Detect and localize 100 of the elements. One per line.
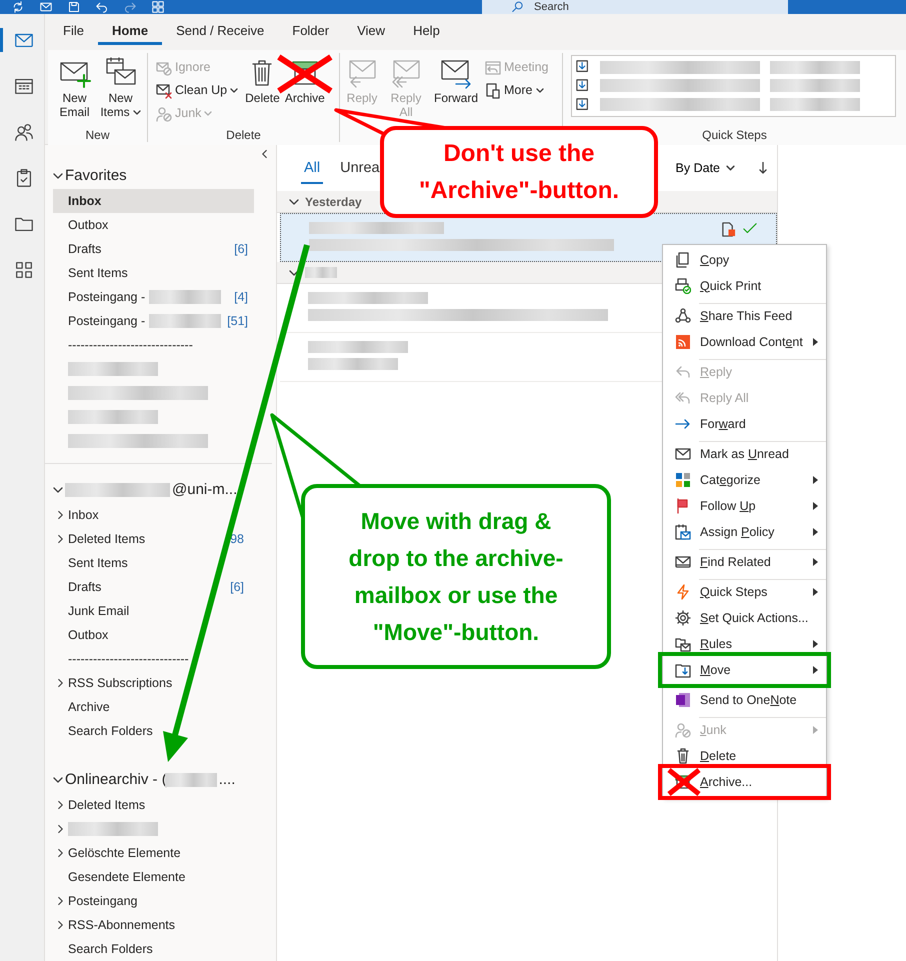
move-folder-icon (675, 662, 691, 678)
menu-item[interactable]: Follow Up (663, 493, 826, 519)
menu-item[interactable]: Categorize (663, 467, 826, 493)
menu-item[interactable]: Rules (663, 631, 826, 657)
folder-item[interactable]: Sent Items (53, 551, 250, 575)
folder-item[interactable]: RSS-Abonnements (53, 913, 254, 937)
ribbon-tab[interactable]: View (343, 19, 400, 45)
unread-count: [4] (234, 288, 249, 306)
chevron-down-icon[interactable] (289, 268, 299, 276)
section-title-ellipsis: .... (218, 770, 236, 790)
callout: Move with drag & drop to the archive-mailbox or use the "Move"-button. (301, 484, 611, 669)
chevron-right-icon[interactable] (57, 848, 64, 858)
collapse-icon[interactable] (261, 149, 268, 159)
menu-item[interactable]: Move (663, 657, 826, 683)
submenu-arrow-icon (813, 726, 818, 734)
person-blocked-icon (156, 106, 172, 122)
envelope-lines-icon (675, 554, 691, 570)
submenu-arrow-icon (813, 588, 818, 596)
envelope-blocked-icon (156, 60, 172, 76)
submenu-arrow-icon (813, 502, 818, 510)
folder-item[interactable]: Deleted Items 98 (53, 527, 250, 551)
folder-item[interactable]: Outbox (53, 623, 250, 647)
chevron-right-icon[interactable] (57, 896, 64, 906)
ribbon-button[interactable]: New Email (52, 55, 97, 121)
quick-step-icon (576, 78, 590, 93)
redo-icon (124, 1, 136, 13)
folder-item[interactable]: Junk Email (53, 599, 250, 623)
folder-item[interactable]: Inbox (53, 503, 250, 527)
chevron-down-icon[interactable] (53, 776, 63, 784)
menu-item[interactable]: Assign Policy (663, 519, 826, 545)
ribbon-tab[interactable]: Help (399, 19, 454, 45)
redacted-text (305, 267, 337, 278)
ribbon-tab[interactable]: File (49, 19, 98, 45)
layout-icon (152, 1, 164, 13)
ribbon-button[interactable]: More (481, 79, 552, 102)
filter-tab[interactable]: Unrea (337, 152, 383, 184)
folder-item[interactable]: Gelöschte Elemente (53, 841, 254, 865)
folder-item[interactable]: Search Folders (53, 719, 250, 743)
ribbon-button[interactable]: Clean Up (152, 79, 242, 102)
sort-dropdown[interactable]: By Date (672, 156, 739, 180)
envelope-icon (675, 446, 691, 462)
ribbon-tab[interactable]: Home (98, 19, 162, 45)
folder-item[interactable]: Drafts [6] (53, 237, 254, 261)
chevron-right-icon[interactable] (57, 800, 64, 810)
chevron-right-icon[interactable] (57, 534, 64, 544)
menu-item[interactable]: Quick Print (663, 273, 826, 299)
ribbon-button[interactable]: Archive (282, 55, 327, 107)
arrow-down-icon[interactable] (759, 162, 767, 174)
ribbon-tab[interactable]: Send / Receive (162, 19, 278, 45)
folder-item[interactable]: Sent Items (53, 261, 254, 285)
ribbon-button[interactable]: New Items (98, 55, 143, 121)
group-header: Yesterday (305, 194, 362, 210)
submenu-arrow-icon (813, 558, 818, 566)
folder-item[interactable]: Archive (53, 695, 250, 719)
save-icon (68, 1, 80, 13)
envelope-x-icon (156, 82, 172, 98)
person-blocked-icon (675, 722, 691, 738)
folder-item[interactable]: Posteingang - [51] (53, 309, 254, 333)
devices-icon (485, 82, 502, 98)
filter-tab[interactable]: All (301, 152, 324, 184)
section-title[interactable]: Favorites (65, 164, 127, 188)
quick-step-icon (576, 98, 590, 112)
folder-item[interactable]: RSS Subscriptions (53, 671, 250, 695)
caret-icon (726, 165, 735, 171)
ribbon-tab[interactable]: Folder (278, 19, 344, 45)
menu-item[interactable]: Copy (663, 247, 826, 273)
search-field[interactable]: Search (482, 0, 788, 14)
section-title[interactable]: @uni-m... (172, 478, 238, 502)
folder-item[interactable]: Posteingang (53, 889, 254, 913)
chevron-down-icon[interactable] (53, 172, 63, 180)
calendar-reply-icon (485, 60, 502, 76)
menu-item[interactable]: Forward (663, 411, 826, 437)
folder-item[interactable]: Posteingang - [4] (53, 285, 254, 309)
folder-item[interactable]: Inbox (53, 189, 254, 213)
group-label: Delete (225, 127, 262, 142)
chevron-down-icon[interactable] (53, 486, 63, 494)
menu-item[interactable]: Download Content (663, 329, 826, 355)
folder-item[interactable]: Deleted Items (53, 793, 254, 817)
chevron-right-icon[interactable] (57, 678, 64, 688)
unread-count: [6] (234, 240, 249, 258)
undo-icon (96, 1, 108, 13)
folder-item[interactable]: Search Folders (53, 937, 254, 961)
rules-icon (675, 636, 691, 652)
ribbon-button[interactable]: Forward (432, 55, 480, 107)
chevron-right-icon[interactable] (57, 510, 64, 520)
chevron-right-icon[interactable] (57, 920, 64, 930)
ribbon-button[interactable]: Delete (243, 55, 282, 107)
chevron-right-icon[interactable] (57, 824, 64, 834)
group-label: New (84, 127, 110, 142)
group-label: Quick Steps (701, 127, 768, 142)
menu-item[interactable]: Delete (663, 743, 826, 769)
chevron-down-icon[interactable] (289, 198, 299, 206)
folder-item[interactable]: Drafts [6] (53, 575, 250, 599)
folder-item[interactable]: Gesendete Elemente (53, 865, 254, 889)
menu-item[interactable]: Set Quick Actions... (663, 605, 826, 631)
submenu-arrow-icon (813, 338, 818, 346)
settings-icon (675, 610, 691, 626)
folder-item[interactable]: Outbox (53, 213, 254, 237)
search-icon (512, 1, 524, 13)
unread-count: [6] (230, 578, 245, 596)
